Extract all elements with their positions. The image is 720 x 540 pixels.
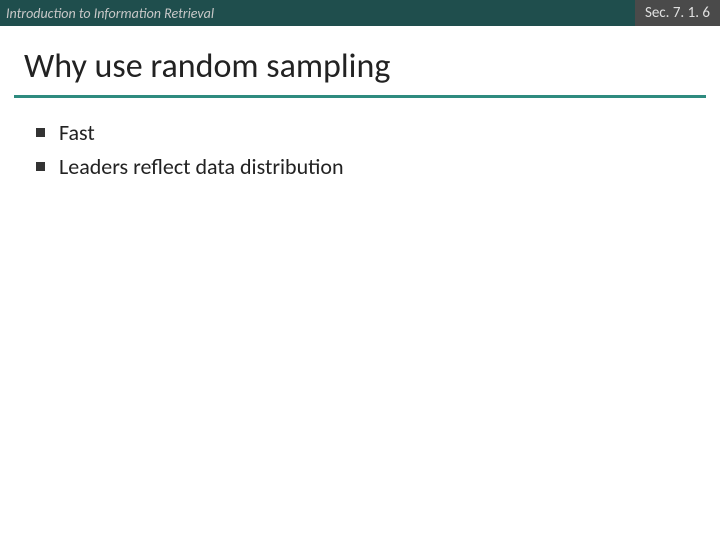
bullet-icon xyxy=(36,162,45,171)
bullet-text: Fast xyxy=(59,118,95,148)
bullet-text: Leaders reflect data distribution xyxy=(59,152,344,182)
slide-title: Why use random sampling xyxy=(24,48,696,85)
list-item: Fast xyxy=(36,118,684,148)
bullet-list: Fast Leaders reflect data distribution xyxy=(36,118,684,181)
list-item: Leaders reflect data distribution xyxy=(36,152,684,182)
section-number: Sec. 7. 1. 6 xyxy=(635,0,720,26)
course-title: Introduction to Information Retrieval xyxy=(0,5,214,22)
bullet-icon xyxy=(36,128,45,137)
slide-header: Introduction to Information Retrieval Se… xyxy=(0,0,720,26)
slide-content: Fast Leaders reflect data distribution xyxy=(0,98,720,181)
title-area: Why use random sampling xyxy=(0,26,720,91)
